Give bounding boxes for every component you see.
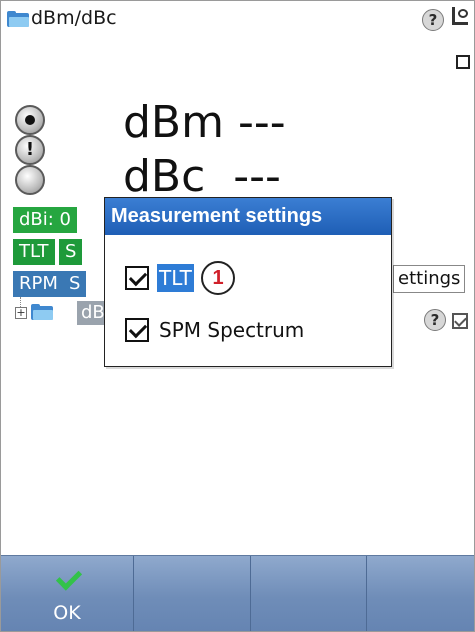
check-icon xyxy=(57,566,77,588)
tlt-badge[interactable]: TLT xyxy=(13,239,55,265)
row-checkbox[interactable] xyxy=(452,313,468,329)
title-bar: dBm/dBc ? xyxy=(1,1,474,41)
window-title: dBm/dBc xyxy=(31,7,117,29)
spm-spectrum-checkbox[interactable] xyxy=(125,318,149,342)
status-led-icon xyxy=(15,165,45,195)
s-badge-1[interactable]: S xyxy=(59,239,83,265)
folder-icon xyxy=(31,304,53,320)
option-checkbox[interactable] xyxy=(456,55,470,69)
dbc-reading: dBc --- xyxy=(123,151,281,202)
spm-spectrum-option-label[interactable]: SPM Spectrum xyxy=(159,316,304,344)
expand-icon[interactable]: + xyxy=(15,307,27,319)
annotation-marker: 1 xyxy=(201,261,235,295)
divider xyxy=(105,234,391,235)
toolbar-button-2[interactable] xyxy=(134,556,251,631)
bottom-toolbar: OK xyxy=(1,555,474,631)
popup-title: Measurement settings xyxy=(105,198,391,234)
app-window: dBm/dBc ? ! dBm --- dBc --- dBi: 0 TLT S… xyxy=(0,0,475,632)
measurement-settings-popup: Measurement settings TLT 1 SPM Spectrum xyxy=(104,197,392,367)
help-icon[interactable]: ? xyxy=(424,309,446,331)
help-icon[interactable]: ? xyxy=(422,9,444,31)
toolbar-button-3[interactable] xyxy=(251,556,367,631)
warning-led-icon: ! xyxy=(15,135,45,165)
tlt-option-label[interactable]: TLT xyxy=(157,264,194,292)
dbm-reading: dBm --- xyxy=(123,97,286,148)
ok-button[interactable]: OK xyxy=(1,556,134,631)
record-led-icon xyxy=(15,105,45,135)
rpm-badge[interactable]: RPM xyxy=(13,271,64,297)
folder-icon xyxy=(7,11,29,27)
antenna-icon[interactable] xyxy=(452,7,470,29)
tlt-checkbox[interactable] xyxy=(125,266,149,290)
s-badge-2[interactable]: S xyxy=(63,271,87,297)
dbi-badge[interactable]: dBi: 0 xyxy=(13,207,78,233)
ok-label: OK xyxy=(53,602,81,624)
toolbar-button-4[interactable] xyxy=(367,556,474,631)
settings-button[interactable]: ettings xyxy=(393,265,466,293)
